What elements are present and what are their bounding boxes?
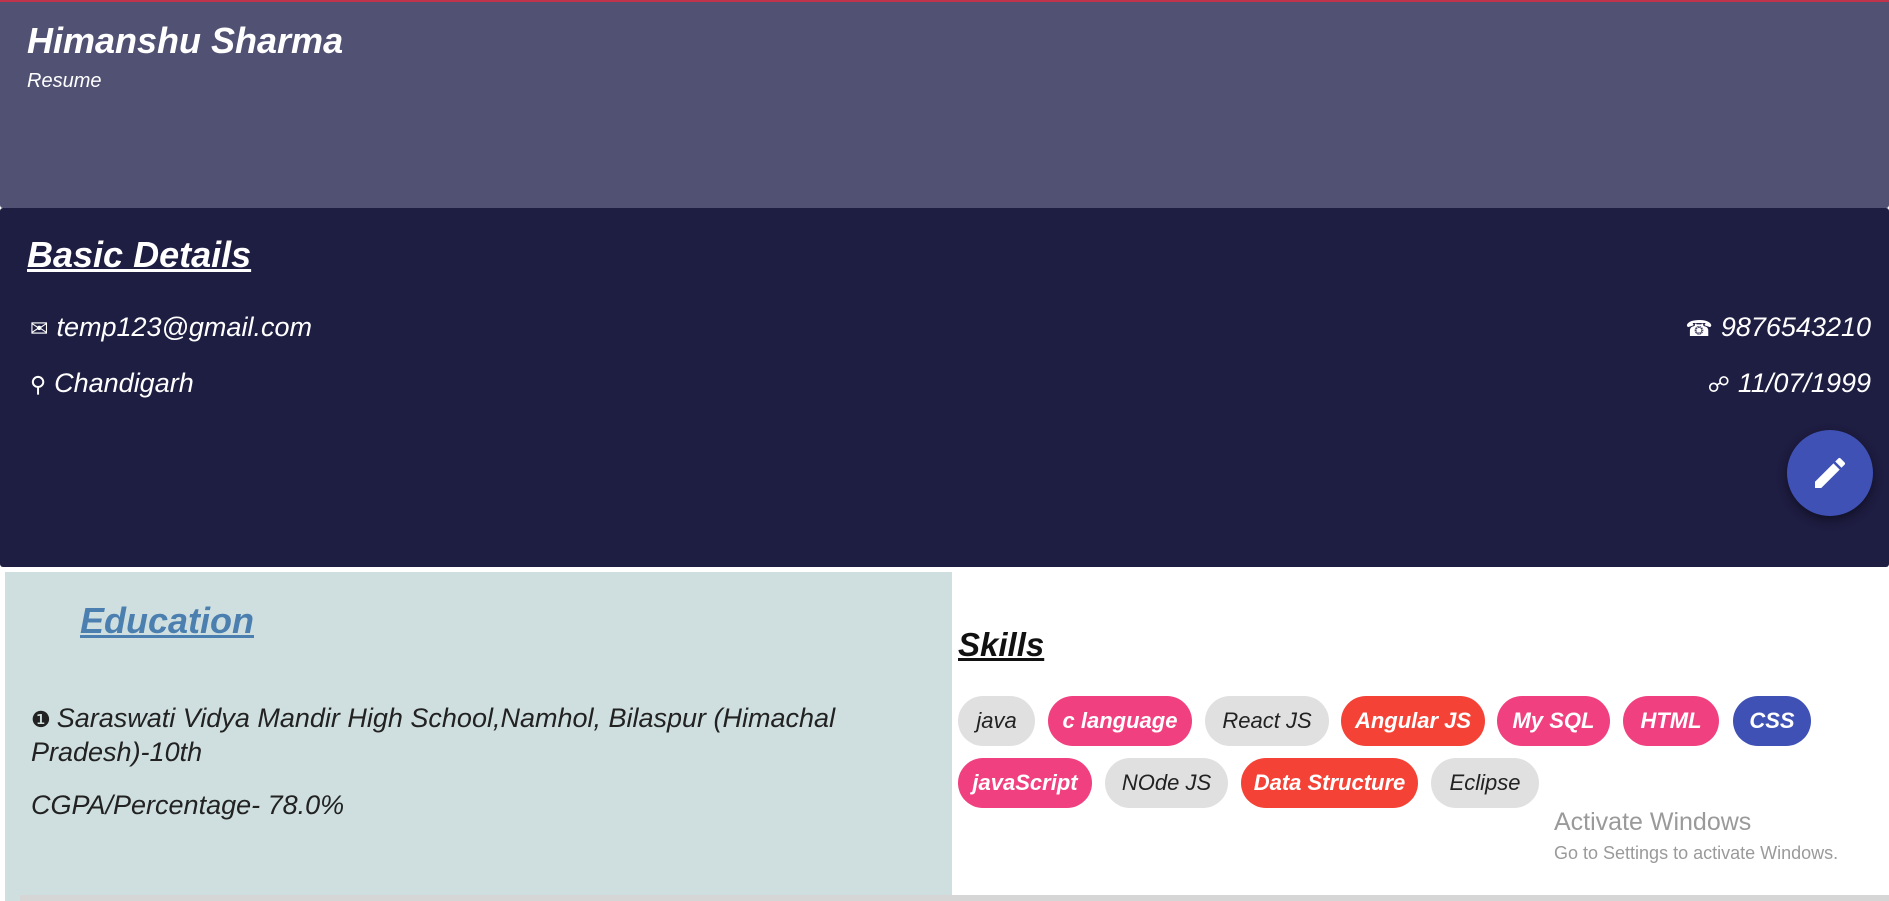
skill-chip-css[interactable]: CSS	[1733, 696, 1811, 746]
watermark-subtitle: Go to Settings to activate Windows.	[1554, 843, 1839, 863]
phone-icon: ☎	[1685, 316, 1713, 341]
skill-chip-javascript[interactable]: javaScript	[958, 758, 1092, 808]
candidate-name: Himanshu Sharma	[27, 20, 344, 61]
school-text: Saraswati Vidya Mandir High School,Namho…	[31, 703, 836, 767]
education-school: ❶ Saraswati Vidya Mandir High School,Namh…	[31, 702, 911, 768]
edit-button[interactable]	[1787, 430, 1873, 516]
skill-chip-node-js[interactable]: NOde JS	[1105, 758, 1228, 808]
skill-chip-java[interactable]: java	[958, 696, 1035, 746]
location-value: Chandigarh	[54, 368, 194, 398]
link-icon: ☍	[1707, 372, 1730, 397]
email-value: temp123@gmail.com	[56, 312, 312, 342]
horizontal-scrollbar[interactable]	[20, 895, 1889, 901]
activate-windows-watermark: Activate Windows Go to Settings to activ…	[1554, 808, 1838, 864]
info-bullet-icon: ❶	[31, 707, 51, 732]
skill-chip-c-language[interactable]: c language	[1048, 696, 1192, 746]
education-section: Education ❶ Saraswati Vidya Mandir High S…	[5, 572, 952, 901]
skill-chip-eclipse[interactable]: Eclipse	[1431, 758, 1539, 808]
email-row: ✉ temp123@gmail.com	[30, 312, 312, 343]
skill-chip-my-sql[interactable]: My SQL	[1497, 696, 1610, 746]
skill-chip-react-js[interactable]: React JS	[1205, 696, 1329, 746]
skill-chip-data-structure[interactable]: Data Structure	[1241, 758, 1418, 808]
watermark-title: Activate Windows	[1554, 808, 1752, 836]
phone-row: ☎ 9876543210	[1685, 312, 1871, 343]
location-pin-icon: ⚲	[30, 372, 47, 397]
header-banner: Himanshu Sharma Resume	[0, 2, 1889, 208]
location-row: ⚲ Chandigarh	[30, 368, 194, 399]
basic-details-section: Basic Details ✉ temp123@gmail.com ⚲ Chandi…	[0, 208, 1889, 567]
skills-title: Skills	[958, 626, 1045, 663]
phone-value: 9876543210	[1720, 312, 1871, 342]
mail-icon: ✉	[30, 316, 49, 341]
dob-row: ☍ 11/07/1999	[1708, 368, 1871, 399]
pencil-icon	[1815, 457, 1846, 488]
skill-chip-html[interactable]: HTML	[1623, 696, 1719, 746]
page-subtitle: Resume	[27, 70, 102, 92]
dob-value: 11/07/1999	[1737, 368, 1871, 398]
education-title: Education	[80, 600, 255, 641]
basic-details-title: Basic Details	[27, 234, 252, 275]
education-cgpa: CGPA/Percentage- 78.0%	[31, 790, 345, 820]
skill-chip-angular-js[interactable]: Angular JS	[1341, 696, 1485, 746]
